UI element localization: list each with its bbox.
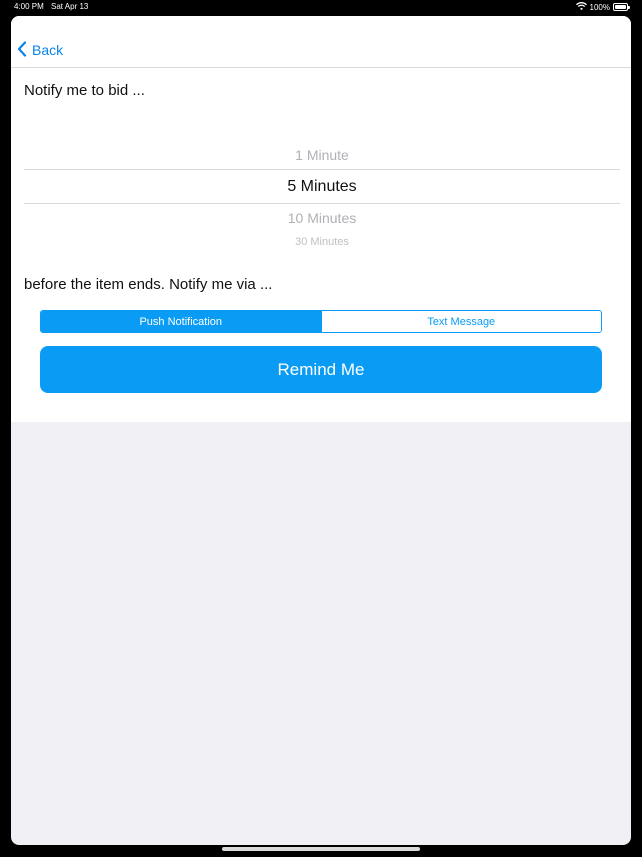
chevron-left-icon bbox=[17, 40, 32, 60]
status-time: 4:00 PM bbox=[14, 2, 44, 11]
reminder-panel: Back Notify me to bid ... 1 Minute 5 Min… bbox=[11, 16, 631, 422]
picker-option[interactable]: 10 Minutes bbox=[24, 210, 620, 226]
notify-via-prompt: before the item ends. Notify me via ... bbox=[24, 276, 273, 293]
segment-push-notification[interactable]: Push Notification bbox=[41, 311, 321, 332]
time-picker[interactable]: 1 Minute 5 Minutes 10 Minutes 30 Minutes bbox=[24, 142, 620, 248]
wifi-icon bbox=[575, 2, 587, 12]
picker-option[interactable]: 30 Minutes bbox=[24, 236, 620, 248]
segment-text-message[interactable]: Text Message bbox=[320, 311, 601, 332]
remind-me-button[interactable]: Remind Me bbox=[40, 346, 602, 393]
picker-divider bbox=[24, 169, 620, 170]
picker-option[interactable]: 1 Minute bbox=[24, 147, 620, 163]
status-bar: 4:00 PM Sat Apr 13 100% bbox=[0, 0, 642, 14]
back-label: Back bbox=[32, 42, 64, 58]
home-indicator[interactable] bbox=[222, 847, 420, 851]
notify-prompt: Notify me to bid ... bbox=[24, 82, 145, 99]
battery-icon bbox=[613, 3, 630, 11]
app-screen: Back Notify me to bid ... 1 Minute 5 Min… bbox=[11, 16, 631, 845]
status-date: Sat Apr 13 bbox=[51, 2, 89, 11]
status-indicators: 100% bbox=[575, 1, 630, 13]
notification-method-control[interactable]: Push Notification Text Message bbox=[40, 310, 602, 333]
picker-option-selected[interactable]: 5 Minutes bbox=[24, 178, 620, 196]
battery-percent: 100% bbox=[589, 2, 610, 12]
navigation-bar: Back bbox=[11, 16, 631, 68]
back-button[interactable]: Back bbox=[17, 38, 63, 62]
picker-divider bbox=[24, 203, 620, 204]
